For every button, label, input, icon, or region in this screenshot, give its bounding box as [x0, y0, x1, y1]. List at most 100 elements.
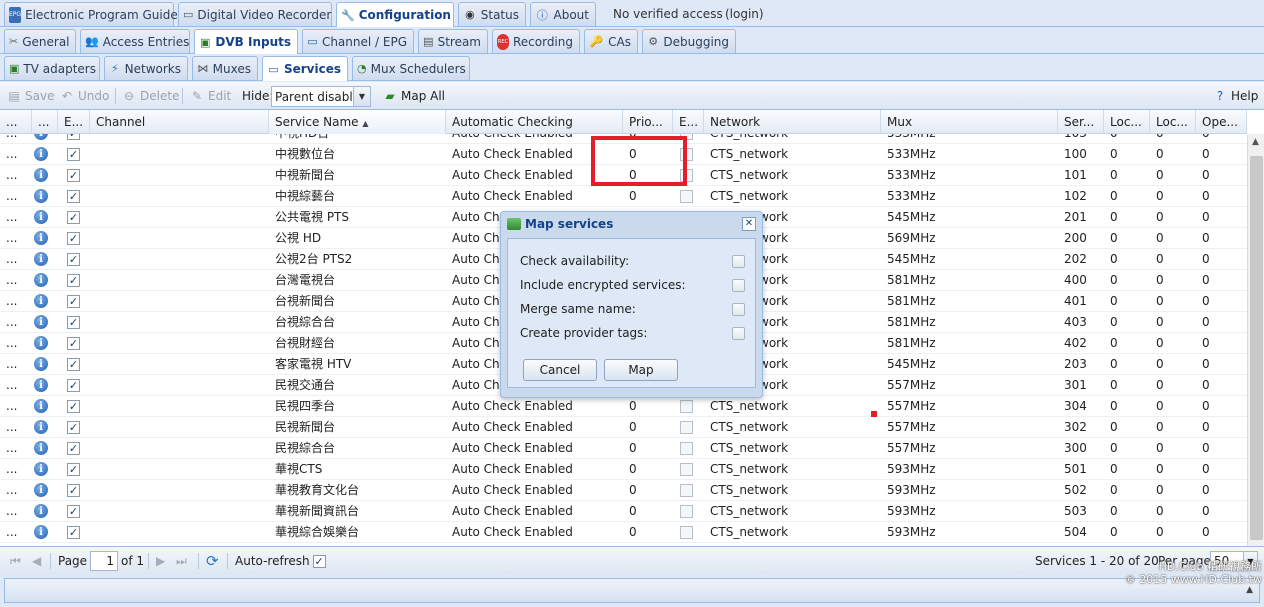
info-icon[interactable]: i: [34, 147, 48, 161]
col-info[interactable]: ...: [32, 110, 58, 134]
map-button[interactable]: Map: [604, 359, 678, 381]
table-row[interactable]: ... i ✓ 民視四季台 Auto Check Enabled 0 CTS_network…: [0, 396, 1247, 417]
channel-cell[interactable]: [90, 333, 269, 354]
cancel-button[interactable]: Cancel: [523, 359, 597, 381]
channel-cell[interactable]: [90, 207, 269, 228]
tab-dvb-inputs[interactable]: ▣ DVB Inputs: [194, 29, 298, 54]
channel-cell[interactable]: [90, 501, 269, 522]
enabled-checkbox[interactable]: ✓: [67, 295, 80, 308]
tab-mux-schedulers[interactable]: ◔ Mux Schedulers: [352, 56, 470, 80]
auto-check-cell[interactable]: Auto Check Enabled: [446, 417, 623, 438]
table-row[interactable]: ... i ✓ 華視新聞資訊台 Auto Check Enabled 0 CTS_netwo…: [0, 501, 1247, 522]
channel-cell[interactable]: [90, 312, 269, 333]
tab-muxes[interactable]: ⋈ Muxes: [192, 56, 258, 80]
refresh-icon[interactable]: ⟳: [206, 547, 219, 575]
enabled-checkbox[interactable]: ✓: [67, 316, 80, 329]
row-expander[interactable]: ...: [0, 312, 32, 333]
enabled-checkbox[interactable]: ✓: [67, 463, 80, 476]
channel-cell[interactable]: [90, 480, 269, 501]
row-expander[interactable]: ...: [0, 459, 32, 480]
priority-cell[interactable]: 0: [623, 522, 673, 543]
enabled-checkbox[interactable]: ✓: [67, 484, 80, 497]
info-icon[interactable]: i: [34, 294, 48, 308]
channel-cell[interactable]: [90, 144, 269, 165]
help-button[interactable]: ? Help: [1212, 86, 1259, 106]
tab-general[interactable]: ✂ General: [4, 29, 76, 53]
table-row[interactable]: ... i ✓ 民視新聞台 Auto Check Enabled 0 CTS_network…: [0, 417, 1247, 438]
channel-cell[interactable]: [90, 186, 269, 207]
channel-cell[interactable]: [90, 228, 269, 249]
table-row[interactable]: ... i ✓ 華視教育文化台 Auto Check Enabled 0 CTS_netwo…: [0, 480, 1247, 501]
tab-channel-epg[interactable]: ▭ Channel / EPG: [302, 29, 414, 53]
auto-refresh-toggle[interactable]: Auto-refresh ✓: [235, 547, 326, 575]
row-expander[interactable]: ...: [0, 144, 32, 165]
info-icon[interactable]: i: [34, 134, 48, 140]
tab-networks[interactable]: ⚡ Networks: [104, 56, 188, 80]
col-priority[interactable]: Prio...: [623, 110, 673, 134]
close-icon[interactable]: ✕: [742, 217, 756, 231]
col-operator[interactable]: Ope...: [1196, 110, 1247, 134]
tab-recording[interactable]: REC Recording: [492, 29, 580, 53]
map-all-button[interactable]: ▰ Map All: [382, 86, 445, 106]
enabled-checkbox[interactable]: ✓: [67, 211, 80, 224]
col-enabled[interactable]: E...: [58, 110, 90, 134]
auto-check-cell[interactable]: Auto Check Enabled: [446, 501, 623, 522]
save-button[interactable]: ▤ Save: [6, 86, 54, 106]
table-row[interactable]: ... i ✓ 華視綜合娛樂台 Auto Check Enabled 0 CTS_netwo…: [0, 522, 1247, 543]
tab-services[interactable]: ▭ Services: [262, 56, 348, 81]
table-row[interactable]: ... i ✓ 中視綜藝台 Auto Check Enabled 0 CTS_network…: [0, 186, 1247, 207]
tab-dvr[interactable]: ▭ Digital Video Recorder: [178, 2, 332, 26]
info-icon[interactable]: i: [34, 525, 48, 539]
info-icon[interactable]: i: [34, 399, 48, 413]
row-expander[interactable]: ...: [0, 186, 32, 207]
col-local1[interactable]: Loc...: [1104, 110, 1150, 134]
enabled-checkbox[interactable]: ✓: [67, 232, 80, 245]
enabled-checkbox[interactable]: ✓: [67, 190, 80, 203]
channel-cell[interactable]: [90, 438, 269, 459]
undo-button[interactable]: ↶ Undo: [59, 86, 109, 106]
hide-select[interactable]: Parent disabled ▼: [271, 86, 371, 107]
row-expander[interactable]: ...: [0, 134, 32, 144]
channel-cell[interactable]: [90, 249, 269, 270]
col-mux[interactable]: Mux: [881, 110, 1058, 134]
info-icon[interactable]: i: [34, 252, 48, 266]
priority-cell[interactable]: 0: [623, 396, 673, 417]
tab-stream[interactable]: ▤ Stream: [418, 29, 488, 53]
vertical-scrollbar[interactable]: ▲: [1247, 134, 1264, 546]
auto-check-cell[interactable]: Auto Check Enabled: [446, 480, 623, 501]
prev-page-icon[interactable]: ◀: [32, 547, 41, 575]
row-expander[interactable]: ...: [0, 396, 32, 417]
info-icon[interactable]: i: [34, 273, 48, 287]
channel-cell[interactable]: [90, 134, 269, 144]
tab-status[interactable]: ◉ Status: [458, 2, 526, 26]
merge-same-name-checkbox[interactable]: [732, 302, 745, 316]
row-expander[interactable]: ...: [0, 270, 32, 291]
enabled-checkbox[interactable]: ✓: [67, 274, 80, 287]
enabled-checkbox[interactable]: ✓: [67, 526, 80, 539]
auto-check-cell[interactable]: Auto Check Enabled: [446, 522, 623, 543]
col-network[interactable]: Network: [704, 110, 881, 134]
row-expander[interactable]: ...: [0, 291, 32, 312]
info-icon[interactable]: i: [34, 378, 48, 392]
auto-refresh-checkbox[interactable]: ✓: [312, 554, 326, 568]
enabled-checkbox[interactable]: ✓: [67, 337, 80, 350]
col-expander[interactable]: ...: [0, 110, 32, 134]
tab-tv-adapters[interactable]: ▣ TV adapters: [4, 56, 100, 80]
enabled-checkbox[interactable]: ✓: [67, 442, 80, 455]
col-local2[interactable]: Loc...: [1150, 110, 1196, 134]
priority-cell[interactable]: 0: [623, 480, 673, 501]
info-icon[interactable]: i: [34, 210, 48, 224]
channel-cell[interactable]: [90, 459, 269, 480]
row-expander[interactable]: ...: [0, 522, 32, 543]
enabled-checkbox[interactable]: ✓: [67, 134, 80, 140]
dialog-title-bar[interactable]: Map services: [501, 212, 762, 236]
enabled-checkbox[interactable]: ✓: [67, 400, 80, 413]
enabled-checkbox[interactable]: ✓: [67, 169, 80, 182]
channel-cell[interactable]: [90, 165, 269, 186]
priority-cell[interactable]: 0: [623, 417, 673, 438]
scroll-up-icon[interactable]: ▲: [1252, 137, 1259, 147]
col-service-name[interactable]: Service Name ▲: [269, 110, 446, 134]
priority-cell[interactable]: 0: [623, 438, 673, 459]
auto-check-cell[interactable]: Auto Check Enabled: [446, 186, 623, 207]
channel-cell[interactable]: [90, 522, 269, 543]
